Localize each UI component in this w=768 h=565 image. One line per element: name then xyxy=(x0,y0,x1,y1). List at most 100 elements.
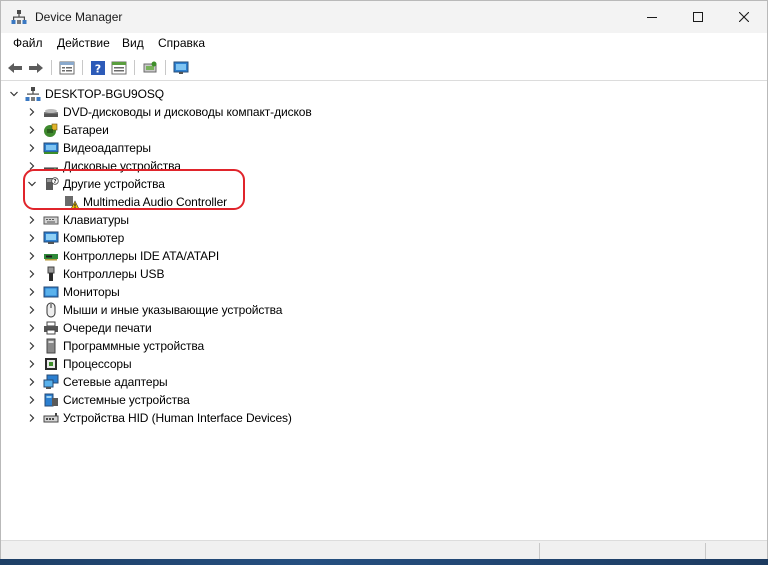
tree-item-hid[interactable]: Устройства HID (Human Interface Devices) xyxy=(27,409,292,427)
close-button[interactable] xyxy=(721,1,767,33)
monitor-button[interactable] xyxy=(171,58,191,77)
tree-item-computer[interactable]: Компьютер xyxy=(27,229,124,247)
chevron-right-icon[interactable] xyxy=(27,377,37,387)
tree-item-label: Контроллеры IDE ATA/ATAPI xyxy=(63,249,220,263)
title-bar[interactable]: Device Manager xyxy=(1,1,767,33)
maximize-button[interactable] xyxy=(675,1,721,33)
scan-hardware-button[interactable] xyxy=(140,58,160,77)
tree-item-label: Батареи xyxy=(63,123,109,137)
tree-item-usb-controllers[interactable]: Контроллеры USB xyxy=(27,265,164,283)
chevron-right-icon[interactable] xyxy=(27,251,37,261)
menu-action[interactable]: Действие xyxy=(57,36,110,50)
tree-item-monitors[interactable]: Мониторы xyxy=(27,283,120,301)
chevron-right-icon[interactable] xyxy=(27,305,37,315)
status-bar-separator xyxy=(705,543,706,559)
chevron-down-icon[interactable] xyxy=(9,89,19,99)
tree-item-display-adapters[interactable]: Видеоадаптеры xyxy=(27,139,151,157)
chevron-right-icon[interactable] xyxy=(27,287,37,297)
software-device-icon xyxy=(43,338,59,354)
desktop-background-strip xyxy=(0,559,768,565)
tree-item-label: Программные устройства xyxy=(63,339,205,353)
forward-arrow-icon xyxy=(29,62,43,73)
printer-icon xyxy=(43,320,59,336)
tree-item-batteries[interactable]: Батареи xyxy=(27,121,109,139)
toolbar: ? xyxy=(1,54,767,81)
svg-text:?: ? xyxy=(95,62,101,75)
tree-item-label: Сетевые адаптеры xyxy=(63,375,168,389)
back-button[interactable] xyxy=(5,58,25,77)
properties-button[interactable] xyxy=(57,58,77,77)
tree-item-mice[interactable]: Мыши и иные указывающие устройства xyxy=(27,301,282,319)
tree-item-label: DVD-дисководы и дисководы компакт-дисков xyxy=(63,105,312,119)
menu-help[interactable]: Справка xyxy=(158,36,205,50)
hid-icon xyxy=(43,410,59,426)
tree-item-label: Клавиатуры xyxy=(63,213,129,227)
tree-item-label: Процессоры xyxy=(63,357,132,371)
help-button[interactable]: ? xyxy=(88,58,108,77)
tree-item-system-devices[interactable]: Системные устройства xyxy=(27,391,190,409)
chevron-right-icon[interactable] xyxy=(27,413,37,423)
monitor-icon xyxy=(43,284,59,300)
minimize-button[interactable] xyxy=(629,1,675,33)
chevron-right-icon[interactable] xyxy=(27,359,37,369)
device-manager-app-icon xyxy=(11,9,27,25)
window-title: Device Manager xyxy=(35,10,123,24)
chevron-right-icon[interactable] xyxy=(27,143,37,153)
help-icon: ? xyxy=(91,60,105,75)
ide-controller-icon xyxy=(43,248,59,264)
tree-root[interactable]: DESKTOP-BGU9OSQ xyxy=(9,85,164,103)
chevron-right-icon[interactable] xyxy=(27,125,37,135)
mouse-icon xyxy=(43,302,59,318)
tree-item-processors[interactable]: Процессоры xyxy=(27,355,132,373)
battery-icon xyxy=(43,122,59,138)
device-manager-window: Device Manager Файл Действие Вид Справка xyxy=(0,0,768,565)
computer-icon xyxy=(25,86,41,102)
display-adapter-icon xyxy=(43,140,59,156)
tree-item-label: Устройства HID (Human Interface Devices) xyxy=(63,411,292,425)
chevron-right-icon[interactable] xyxy=(27,323,37,333)
properties-icon xyxy=(59,61,75,74)
chevron-right-icon[interactable] xyxy=(27,341,37,351)
forward-button[interactable] xyxy=(26,58,46,77)
tree-item-label: Контроллеры USB xyxy=(63,267,165,281)
tree-item-label: Мониторы xyxy=(63,285,120,299)
status-bar-separator xyxy=(539,543,540,559)
menu-bar: Файл Действие Вид Справка xyxy=(1,33,767,53)
close-icon xyxy=(739,12,749,22)
tree-item-label: Очереди печати xyxy=(63,321,152,335)
usb-icon xyxy=(43,266,59,282)
tree-item-ide-controllers[interactable]: Контроллеры IDE ATA/ATAPI xyxy=(27,247,219,265)
minimize-icon xyxy=(647,17,657,18)
device-tree[interactable]: DESKTOP-BGU9OSQ DVD-дисководы и дисковод… xyxy=(1,82,767,540)
dvd-drive-icon xyxy=(43,104,59,120)
highlight-annotation-ring xyxy=(23,169,245,210)
monitor-icon xyxy=(173,61,189,74)
system-device-icon xyxy=(43,392,59,408)
tree-root-label: DESKTOP-BGU9OSQ xyxy=(45,87,164,101)
chevron-right-icon[interactable] xyxy=(27,395,37,405)
chevron-right-icon[interactable] xyxy=(27,233,37,243)
keyboard-icon xyxy=(43,212,59,228)
tree-item-software-devices[interactable]: Программные устройства xyxy=(27,337,204,355)
view-button[interactable] xyxy=(109,58,129,77)
toolbar-separator xyxy=(82,60,83,75)
tree-item-network-adapters[interactable]: Сетевые адаптеры xyxy=(27,373,168,391)
view-icon xyxy=(111,61,127,74)
tree-item-dvd[interactable]: DVD-дисководы и дисководы компакт-дисков xyxy=(27,103,312,121)
tree-item-keyboards[interactable]: Клавиатуры xyxy=(27,211,129,229)
menu-file[interactable]: Файл xyxy=(13,36,43,50)
scan-hardware-icon xyxy=(143,61,157,72)
tree-item-print-queues[interactable]: Очереди печати xyxy=(27,319,152,337)
maximize-icon xyxy=(693,12,703,22)
chevron-right-icon[interactable] xyxy=(27,269,37,279)
toolbar-separator xyxy=(51,60,52,75)
menu-view[interactable]: Вид xyxy=(122,36,144,50)
chevron-right-icon[interactable] xyxy=(27,107,37,117)
chevron-right-icon[interactable] xyxy=(27,215,37,225)
tree-item-label: Видеоадаптеры xyxy=(63,141,151,155)
tree-item-label: Компьютер xyxy=(63,231,125,245)
toolbar-separator xyxy=(165,60,166,75)
back-arrow-icon xyxy=(8,62,22,73)
toolbar-separator xyxy=(134,60,135,75)
processor-icon xyxy=(43,356,59,372)
